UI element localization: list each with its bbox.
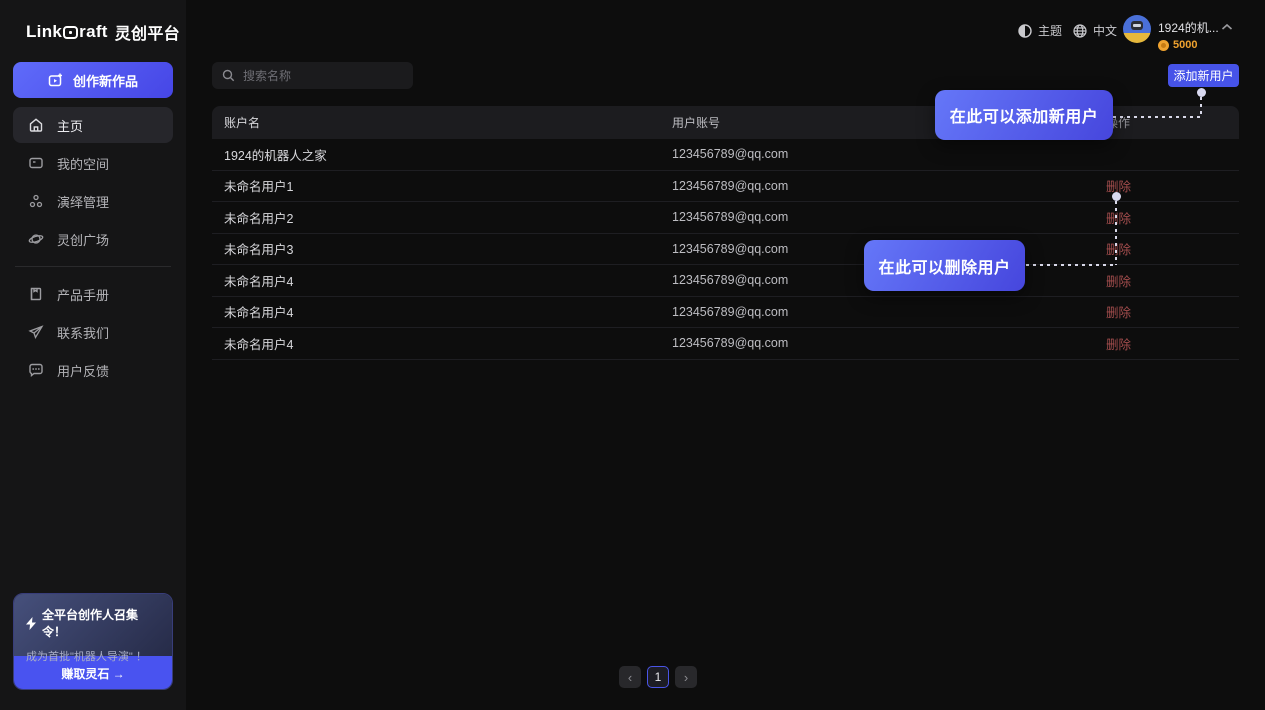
promo-card: 全平台创作人召集令！ 成为首批"机器人导演" ！ 赚取灵石 → [13, 593, 173, 690]
planet-icon [28, 231, 44, 247]
triangle-nodes-icon [28, 193, 44, 209]
sidebar-item-label: 主页 [57, 116, 83, 135]
user-info[interactable]: 1924的机... 5000 [1158, 19, 1219, 51]
sidebar-divider [15, 266, 171, 267]
cell-user-account: 123456789@qq.com [672, 305, 1106, 319]
table-row: 未命名用户2 123456789@qq.com 删除 [212, 202, 1239, 234]
book-icon [28, 286, 44, 302]
connector-line-add-vertical [1200, 97, 1202, 117]
theme-label: 主题 [1038, 22, 1062, 39]
table-row: 未命名用户4 123456789@qq.com 删除 [212, 297, 1239, 329]
logo-text-prefix: Link [26, 22, 62, 42]
sidebar-item-label: 联系我们 [57, 323, 109, 342]
user-avatar[interactable] [1123, 15, 1151, 43]
lightning-icon [26, 617, 37, 630]
logo-screen-icon [63, 26, 78, 39]
sidebar-item-label: 我的空间 [57, 154, 109, 173]
chat-bubble-icon [28, 362, 44, 378]
logo-text-suffix: raft [79, 22, 108, 42]
sidebar-item-label: 灵创广场 [57, 230, 109, 249]
delete-link[interactable]: 删除 [1106, 243, 1131, 257]
sidebar-nav: 主页 我的空间 演绎管 [13, 107, 173, 390]
paper-plane-icon [28, 324, 44, 340]
pagination-prev-button[interactable]: ‹ [619, 666, 641, 688]
cell-account-name: 未命名用户2 [212, 208, 672, 227]
create-button-label: 创作新作品 [73, 71, 138, 90]
coin-balance: 5000 [1173, 39, 1197, 51]
table-row: 未命名用户3 123456789@qq.com 删除 [212, 234, 1239, 266]
sidebar-item-label: 用户反馈 [57, 361, 109, 380]
delete-link[interactable]: 删除 [1106, 306, 1131, 320]
theme-toggle[interactable]: 主题 [1018, 22, 1062, 39]
search-input[interactable] [243, 69, 403, 83]
cell-actions: 删除 [1106, 334, 1239, 353]
column-account-name: 账户名 [212, 114, 672, 131]
pagination-page-1[interactable]: 1 [647, 666, 669, 688]
username: 1924的机... [1158, 19, 1219, 36]
connector-dot-delete [1112, 192, 1121, 201]
video-plus-icon [48, 72, 64, 88]
cell-account-name: 未命名用户3 [212, 239, 672, 258]
cell-actions: 删除 [1106, 239, 1239, 258]
coin-icon [1158, 40, 1169, 51]
sidebar-item-my-space[interactable]: 我的空间 [13, 145, 173, 181]
sidebar: Link raft 灵创平台 创作新作品 [0, 0, 186, 710]
sidebar-item-label: 产品手册 [57, 285, 109, 304]
language-label: 中文 [1093, 22, 1117, 39]
theme-contrast-icon [1018, 24, 1032, 38]
sidebar-item-label: 演绎管理 [57, 192, 109, 211]
delete-link[interactable]: 删除 [1106, 338, 1131, 352]
connector-dot-add [1197, 88, 1206, 97]
globe-icon [1073, 24, 1087, 38]
table-row: 1924的机器人之家 123456789@qq.com [212, 139, 1239, 171]
cell-user-account: 123456789@qq.com [672, 147, 1106, 161]
cell-user-account: 123456789@qq.com [672, 179, 1106, 193]
app-window: Link raft 灵创平台 创作新作品 [0, 0, 1265, 710]
pagination-next-button[interactable]: › [675, 666, 697, 688]
table-row: 未命名用户4 123456789@qq.com 删除 [212, 328, 1239, 360]
delete-link[interactable]: 删除 [1106, 275, 1131, 289]
sidebar-item-home[interactable]: 主页 [13, 107, 173, 143]
tooltip-delete-user: 在此可以删除用户 [864, 240, 1025, 291]
logo-product-name: 灵创平台 [115, 20, 180, 44]
app-logo: Link raft 灵创平台 [26, 20, 180, 44]
cell-actions: 删除 [1106, 176, 1239, 195]
sidebar-item-user-feedback[interactable]: 用户反馈 [13, 352, 173, 388]
table-row: 未命名用户1 123456789@qq.com 删除 [212, 171, 1239, 203]
user-table: 账户名 用户账号 操作 1924的机器人之家 123456789@qq.com … [212, 106, 1239, 360]
promo-card-body: 全平台创作人召集令！ 成为首批"机器人导演" ！ [14, 594, 172, 656]
sidebar-item-product-manual[interactable]: 产品手册 [13, 276, 173, 312]
sidebar-item-plaza[interactable]: 灵创广场 [13, 221, 173, 257]
promo-subtitle: 成为首批"机器人导演" ！ [26, 648, 160, 664]
tooltip-add-user: 在此可以添加新用户 [935, 90, 1113, 140]
connector-line-add-horizontal [1113, 116, 1202, 118]
connector-line-delete-horizontal [1026, 264, 1117, 266]
cell-user-account: 123456789@qq.com [672, 336, 1106, 350]
folder-window-icon [28, 155, 44, 171]
cell-actions: 删除 [1106, 271, 1239, 290]
cell-user-account: 123456789@qq.com [672, 210, 1106, 224]
delete-link[interactable]: 删除 [1106, 212, 1131, 226]
language-switcher[interactable]: 中文 [1073, 22, 1117, 39]
pagination: ‹ 1 › [619, 666, 697, 688]
search-bar [212, 62, 413, 89]
create-new-work-button[interactable]: 创作新作品 [13, 62, 173, 98]
cell-account-name: 未命名用户1 [212, 176, 672, 195]
chevron-up-icon[interactable] [1221, 23, 1233, 31]
home-icon [28, 117, 44, 133]
table-row: 未命名用户4 123456789@qq.com 删除 [212, 265, 1239, 297]
sidebar-item-contact-us[interactable]: 联系我们 [13, 314, 173, 350]
cell-account-name: 未命名用户4 [212, 302, 672, 321]
search-icon [222, 69, 235, 82]
cell-account-name: 1924的机器人之家 [212, 145, 672, 164]
cell-actions: 删除 [1106, 208, 1239, 227]
promo-title: 全平台创作人召集令！ [42, 606, 160, 640]
sidebar-item-performance-management[interactable]: 演绎管理 [13, 183, 173, 219]
cell-account-name: 未命名用户4 [212, 271, 672, 290]
cell-account-name: 未命名用户4 [212, 334, 672, 353]
add-user-button[interactable]: 添加新用户 [1168, 64, 1239, 87]
cell-actions: 删除 [1106, 302, 1239, 321]
connector-line-delete-vertical [1115, 201, 1117, 265]
